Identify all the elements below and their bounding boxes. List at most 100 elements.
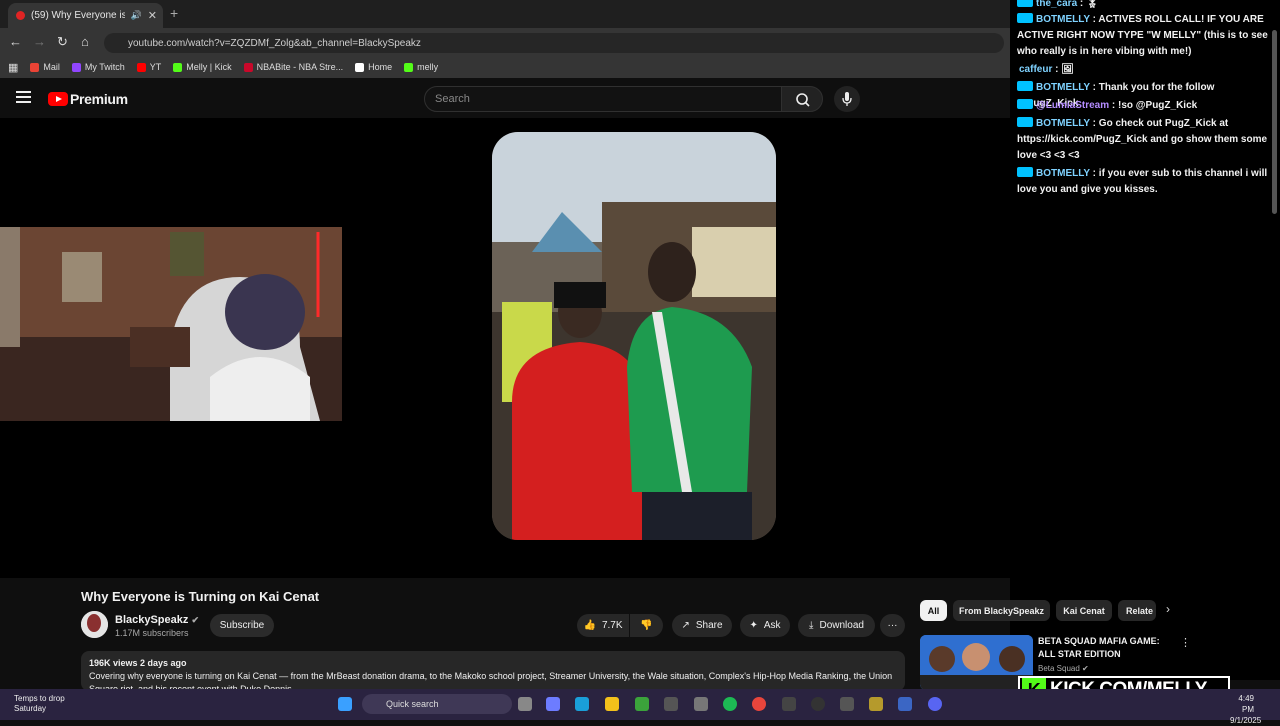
new-tab-button[interactable]: + bbox=[170, 5, 178, 21]
ask-label: Ask bbox=[763, 620, 781, 631]
app-icon[interactable] bbox=[898, 697, 912, 711]
nba-icon bbox=[243, 62, 253, 72]
description-text: Covering why everyone is turning on Kai … bbox=[89, 671, 893, 691]
chat-text: : 🖼 bbox=[1052, 64, 1074, 75]
youtube-favicon-icon bbox=[16, 11, 25, 20]
sparkle-icon: ✦ bbox=[749, 620, 758, 631]
youtube-premium-wordmark[interactable]: Premium bbox=[70, 91, 128, 107]
chat-username[interactable]: @LumiaStream bbox=[1036, 100, 1109, 111]
bookmark-label: My Twitch bbox=[84, 62, 125, 72]
kebab-menu-icon[interactable]: ⋮ bbox=[1180, 636, 1191, 649]
like-button[interactable]: 👍 7.7K bbox=[577, 614, 629, 637]
chip-all[interactable]: All bbox=[920, 600, 947, 621]
chevron-right-icon[interactable]: › bbox=[1166, 602, 1170, 616]
store-icon[interactable] bbox=[694, 697, 708, 711]
windows-start-icon[interactable] bbox=[338, 697, 352, 711]
dislike-button[interactable]: 👎 bbox=[630, 614, 663, 637]
mail-icon bbox=[30, 62, 40, 72]
badge-icon bbox=[1017, 117, 1033, 127]
youtube-logo-icon[interactable] bbox=[48, 92, 68, 106]
chip-from-blackyspeakz[interactable]: From BlackySpeakz bbox=[953, 600, 1050, 621]
chat-scrollbar[interactable] bbox=[1272, 30, 1277, 214]
search-icon bbox=[796, 93, 810, 107]
apps-grid-icon[interactable]: ▦ bbox=[8, 61, 18, 74]
taskbar-clock[interactable]: 4:49 PM 9/1/2025 bbox=[1230, 693, 1261, 726]
voice-search-button[interactable] bbox=[834, 86, 860, 112]
bookmark-label: YT bbox=[149, 62, 162, 72]
description-box[interactable]: 196K views 2 days ago Covering why every… bbox=[81, 651, 905, 691]
channel-name[interactable]: BlackySpeakz ✔ bbox=[115, 614, 199, 626]
reload-icon[interactable]: ↻ bbox=[57, 34, 68, 50]
search-button[interactable] bbox=[781, 86, 823, 112]
chat-username[interactable]: caffeur bbox=[1019, 64, 1052, 75]
forward-arrow-icon[interactable]: → bbox=[33, 34, 46, 49]
address-bar[interactable]: youtube.com/watch?v=ZQZDMf_Zolg&ab_chann… bbox=[104, 33, 1004, 53]
chat-username[interactable]: BOTMELLY bbox=[1036, 168, 1090, 179]
bookmark-mail[interactable]: Mail bbox=[30, 62, 60, 72]
download-button[interactable]: ⤓ Download bbox=[798, 614, 875, 637]
app-icon[interactable] bbox=[782, 697, 796, 711]
ask-button[interactable]: ✦ Ask bbox=[740, 614, 790, 637]
bookmark-label: NBABite - NBA Stre... bbox=[256, 62, 344, 72]
download-label: Download bbox=[819, 620, 864, 631]
subscriber-count: 1.17M subscribers bbox=[115, 628, 189, 638]
recommendation-thumbnail[interactable] bbox=[920, 635, 1033, 690]
share-button[interactable]: ↗ Share bbox=[672, 614, 732, 637]
taskbar-search[interactable]: Quick search bbox=[362, 694, 512, 714]
weather-widget[interactable]: Temps to drop Saturday bbox=[14, 694, 65, 714]
chip-related[interactable]: Relate bbox=[1118, 600, 1156, 621]
chat-message: BOTMELLY : if you ever sub to this chann… bbox=[1017, 166, 1273, 198]
chat-username[interactable]: BOTMELLY bbox=[1036, 118, 1090, 129]
bookmark-yt[interactable]: YT bbox=[136, 62, 162, 72]
tab-title: (59) Why Everyone is Turnin bbox=[31, 10, 125, 21]
steam-icon[interactable] bbox=[664, 697, 678, 711]
discord-icon[interactable] bbox=[928, 697, 942, 711]
chat-message: BOTMELLY : ACTIVES ROLL CALL! IF YOU ARE… bbox=[1017, 12, 1273, 60]
avatar-image bbox=[81, 611, 108, 638]
edge-icon[interactable] bbox=[575, 697, 589, 711]
recommendation-channel[interactable]: Beta Squad ✔ bbox=[1038, 664, 1089, 673]
search-input[interactable]: Search bbox=[424, 86, 782, 112]
share-label: Share bbox=[695, 620, 723, 631]
browser-tab[interactable]: (59) Why Everyone is Turnin 🔊 ✕ bbox=[8, 3, 163, 28]
chrome-icon[interactable] bbox=[752, 697, 766, 711]
hamburger-menu-icon[interactable] bbox=[16, 91, 31, 103]
webcam-image bbox=[0, 227, 342, 421]
media-player-icon[interactable] bbox=[811, 697, 825, 711]
badge-icon bbox=[1017, 167, 1033, 177]
task-view-icon[interactable] bbox=[518, 697, 532, 711]
bookmark-label: melly bbox=[417, 62, 439, 72]
bookmark-nbabite[interactable]: NBABite - NBA Stre... bbox=[243, 62, 344, 72]
kick-icon bbox=[404, 62, 414, 72]
tab-close-icon[interactable]: ✕ bbox=[148, 9, 157, 22]
spotify-icon[interactable] bbox=[723, 697, 737, 711]
more-actions-button[interactable]: ··· bbox=[880, 614, 905, 637]
video-title: Why Everyone is Turning on Kai Cenat bbox=[81, 589, 320, 604]
chat-message: @LumiaStream : !so @PugZ_Kick bbox=[1017, 98, 1273, 114]
bookmark-melly-kick[interactable]: Melly | Kick bbox=[173, 62, 232, 72]
chat-username[interactable]: BOTMELLY bbox=[1036, 14, 1090, 25]
recommendation-title[interactable]: BETA SQUAD MAFIA GAME: ALL STAR EDITION bbox=[1038, 635, 1168, 661]
clock-time: 4:49 PM bbox=[1238, 694, 1254, 714]
subscribe-button[interactable]: Subscribe bbox=[210, 614, 274, 637]
app-icon[interactable] bbox=[840, 697, 854, 711]
bookmarks-bar: ▦ Mail My Twitch YT Melly | Kick NBABite… bbox=[0, 56, 1010, 78]
bookmark-melly[interactable]: melly bbox=[404, 62, 438, 72]
video-frame-photo bbox=[492, 132, 776, 540]
bookmark-home[interactable]: Home bbox=[355, 62, 392, 72]
home-icon[interactable]: ⌂ bbox=[81, 34, 89, 49]
chat-username[interactable]: the_cara bbox=[1036, 0, 1077, 9]
chip-kai-cenat[interactable]: Kai Cenat bbox=[1056, 600, 1112, 621]
copilot-icon[interactable] bbox=[546, 697, 560, 711]
chat-username[interactable]: BOTMELLY bbox=[1036, 82, 1090, 93]
back-arrow-icon[interactable]: ← bbox=[9, 34, 22, 49]
channel-avatar[interactable] bbox=[81, 611, 108, 638]
bookmark-label: Mail bbox=[43, 62, 60, 72]
xbox-icon[interactable] bbox=[635, 697, 649, 711]
file-explorer-icon[interactable] bbox=[605, 697, 619, 711]
share-icon: ↗ bbox=[681, 620, 690, 631]
speaker-icon[interactable]: 🔊 bbox=[131, 10, 142, 21]
app-icon[interactable] bbox=[869, 697, 883, 711]
webcam-overlay bbox=[0, 227, 342, 421]
bookmark-my-twitch[interactable]: My Twitch bbox=[71, 62, 125, 72]
